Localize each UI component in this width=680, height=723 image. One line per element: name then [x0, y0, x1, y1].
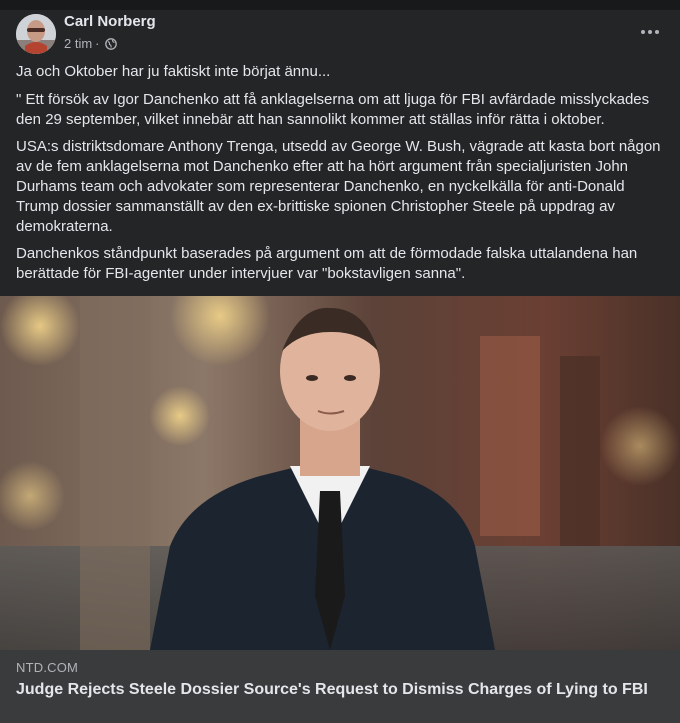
more-options-button[interactable] — [636, 20, 664, 44]
post-header: Carl Norberg 2 tim · — [0, 10, 680, 62]
link-preview-image[interactable] — [0, 296, 680, 650]
link-preview-footer[interactable]: NTD.COM Judge Rejects Steele Dossier Sou… — [0, 650, 680, 723]
link-domain: NTD.COM — [16, 660, 79, 675]
avatar[interactable] — [16, 14, 56, 54]
author-name[interactable]: Carl Norberg — [64, 13, 156, 30]
post-text: Ja och Oktober har ju faktiskt inte börj… — [16, 62, 664, 291]
post-time[interactable]: 2 tim — [64, 36, 92, 51]
feed-background — [0, 0, 680, 10]
post-paragraph: USA:s distriktsdomare Anthony Trenga, ut… — [16, 138, 661, 235]
post-paragraph: Danchenkos ståndpunkt baserades på argum… — [16, 245, 638, 282]
post-paragraph: Ja och Oktober har ju faktiskt inte börj… — [16, 63, 331, 80]
link-headline[interactable]: Judge Rejects Steele Dossier Source's Re… — [16, 680, 656, 700]
news-photo — [0, 296, 680, 650]
more-horizontal-icon — [641, 30, 645, 34]
meta-separator: · — [95, 36, 100, 51]
avatar-image — [16, 14, 56, 54]
post-paragraph: " Ett försök av Igor Danchenko att få an… — [16, 91, 650, 128]
post-card: Carl Norberg 2 tim · Ja och Oktober har … — [0, 10, 680, 723]
post-meta: 2 tim · — [64, 36, 117, 51]
globe-icon[interactable] — [104, 37, 117, 50]
